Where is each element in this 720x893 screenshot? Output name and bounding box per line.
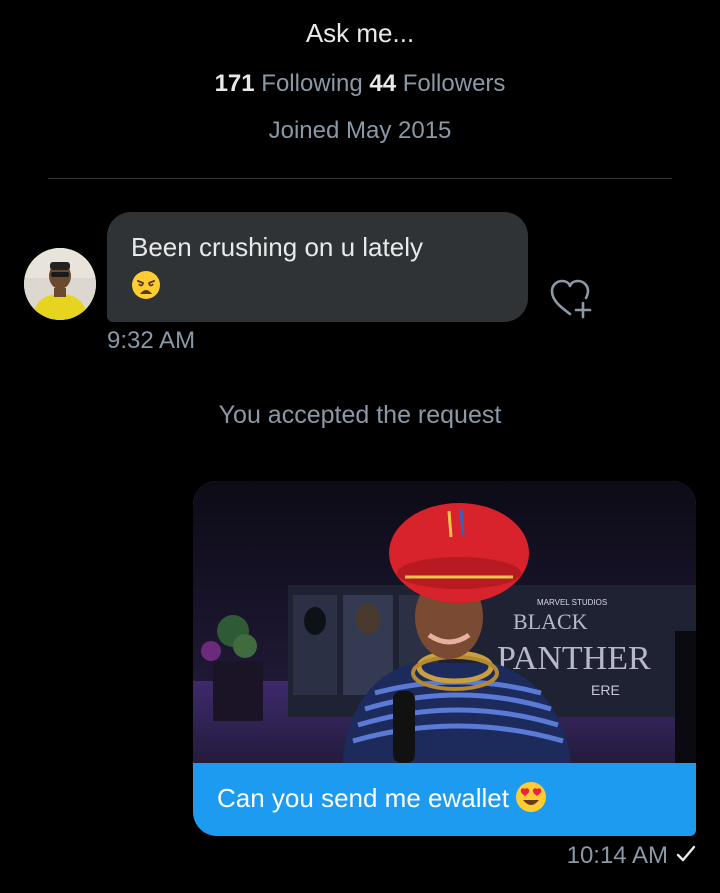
attached-photo[interactable]: MARVEL STUDIOS BLACK PANTHER ERE <box>193 481 696 763</box>
outgoing-message-bubble[interactable]: MARVEL STUDIOS BLACK PANTHER ERE Can you… <box>193 481 696 836</box>
outgoing-timestamp-row: 10:14 AM <box>567 842 696 870</box>
outgoing-message-text: Can you send me ewallet <box>217 783 509 813</box>
incoming-timestamp: 9:32 AM <box>107 327 196 354</box>
poster-title-line1: BLACK <box>513 609 588 634</box>
outgoing-message-caption: Can you send me ewallet <box>193 763 696 836</box>
heart-eyes-emoji <box>515 781 547 821</box>
incoming-message-text: Been crushing on u lately <box>131 232 423 262</box>
incoming-message-bubble[interactable]: Been crushing on u lately <box>107 212 528 322</box>
poster-title-line2: PANTHER <box>497 640 651 677</box>
outgoing-timestamp: 10:14 AM <box>566 842 668 869</box>
joined-date: Joined May 2015 <box>268 117 452 144</box>
check-icon <box>676 842 696 870</box>
poster-sign-fragment: ERE <box>591 682 620 698</box>
poster-studio-text: MARVEL STUDIOS <box>537 598 607 607</box>
followers-count: 44 <box>369 70 397 97</box>
following-count: 171 <box>214 70 255 97</box>
following-link[interactable]: 171 Following <box>215 70 363 97</box>
sender-avatar[interactable] <box>24 248 96 320</box>
profile-bio: Ask me... <box>305 18 415 48</box>
followers-label: Followers <box>402 70 506 97</box>
header-divider <box>48 178 672 179</box>
followers-link[interactable]: 44 Followers <box>369 70 505 97</box>
weary-face-emoji <box>131 270 161 305</box>
request-accepted-notice: You accepted the request <box>218 401 502 429</box>
heart-plus-icon[interactable] <box>548 276 596 320</box>
following-label: Following <box>261 70 363 97</box>
profile-stats: 171 Following 44 Followers <box>0 70 720 98</box>
